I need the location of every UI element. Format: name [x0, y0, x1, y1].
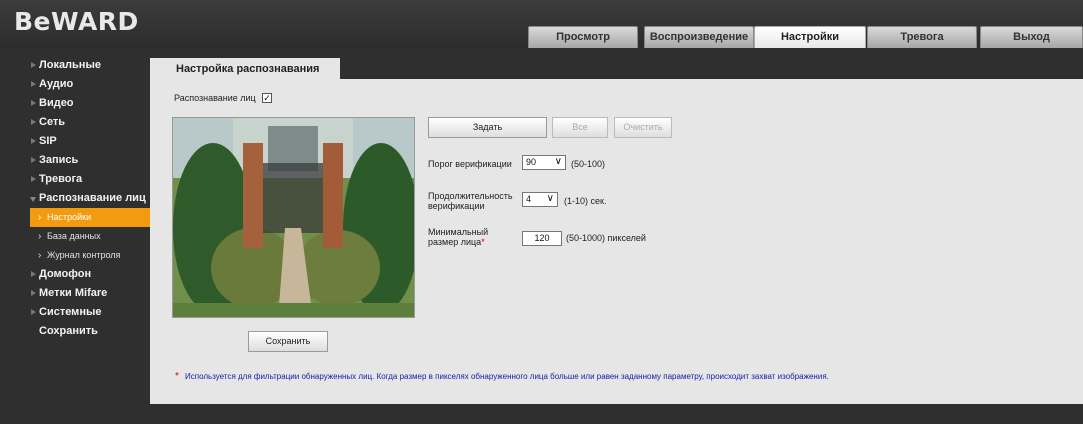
triangle-right-icon: [31, 138, 36, 144]
tab-settings[interactable]: Настройки: [754, 26, 866, 48]
sidebar-item-record[interactable]: Запись: [0, 151, 150, 170]
sidebar: Локальные Аудио Видео Сеть SIP Запись Тр…: [0, 56, 150, 341]
footnote-star: *: [175, 371, 179, 382]
threshold-label: Порог верификации: [428, 159, 512, 169]
header-bar: BeWARD Просмотр Воспроизведение Настройк…: [0, 0, 1083, 48]
duration-select[interactable]: 4 ∨: [522, 192, 558, 207]
sidebar-item-local[interactable]: Локальные: [0, 56, 150, 75]
tab-exit[interactable]: Выход: [980, 26, 1083, 48]
chevron-down-icon: ∨: [546, 193, 554, 204]
tab-playback[interactable]: Воспроизведение: [644, 26, 754, 48]
sidebar-item-sip[interactable]: SIP: [0, 132, 150, 151]
camera-preview-image: [173, 118, 414, 317]
triangle-right-icon: [31, 290, 36, 296]
threshold-select[interactable]: 90 ∨: [522, 155, 566, 170]
triangle-down-icon: [30, 197, 36, 202]
sidebar-item-video[interactable]: Видео: [0, 94, 150, 113]
chevron-right-icon: ›: [38, 212, 42, 223]
beward-logo: BeWARD: [14, 7, 139, 36]
save-button[interactable]: Сохранить: [248, 331, 328, 352]
min-face-size-range: (50-1000) пикселей: [566, 233, 646, 243]
tab-view[interactable]: Просмотр: [528, 26, 638, 48]
triangle-right-icon: [31, 309, 36, 315]
all-button[interactable]: Все: [552, 117, 608, 138]
chevron-right-icon: ›: [38, 250, 42, 261]
triangle-right-icon: [31, 100, 36, 106]
sidebar-item-intercom[interactable]: Домофон: [0, 265, 150, 284]
content-tab-title[interactable]: Настройка распознавания: [150, 58, 340, 80]
sidebar-subitem-database[interactable]: › База данных: [0, 227, 150, 246]
triangle-right-icon: [31, 119, 36, 125]
min-face-size-label: Минимальный размер лица*: [428, 227, 489, 247]
sidebar-subitem-settings[interactable]: › Настройки: [30, 208, 150, 227]
camera-preview: [172, 117, 415, 318]
triangle-right-icon: [31, 157, 36, 163]
tab-alarm[interactable]: Тревога: [867, 26, 977, 48]
face-recognition-checkbox[interactable]: ✓: [262, 93, 272, 103]
chevron-right-icon: ›: [38, 231, 42, 242]
sidebar-item-face-recognition[interactable]: Распознавание лиц: [0, 189, 150, 208]
sidebar-item-alarm[interactable]: Тревога: [0, 170, 150, 189]
face-recognition-label: Распознавание лиц: [174, 93, 256, 103]
sidebar-item-save[interactable]: Сохранить: [0, 322, 150, 341]
sidebar-subitem-access-log[interactable]: › Журнал контроля: [0, 246, 150, 265]
chevron-down-icon: ∨: [554, 156, 562, 167]
duration-range: (1-10) сек.: [564, 196, 607, 206]
triangle-right-icon: [31, 62, 36, 68]
required-star: *: [481, 237, 485, 247]
triangle-right-icon: [31, 271, 36, 277]
sidebar-item-system[interactable]: Системные: [0, 303, 150, 322]
clear-button[interactable]: Очистить: [614, 117, 672, 138]
footnote-text: Используется для фильтрации обнаруженных…: [185, 372, 829, 381]
sidebar-item-mifare-tags[interactable]: Метки Mifare: [0, 284, 150, 303]
set-button[interactable]: Задать: [428, 117, 547, 138]
sidebar-item-network[interactable]: Сеть: [0, 113, 150, 132]
sidebar-item-audio[interactable]: Аудио: [0, 75, 150, 94]
triangle-right-icon: [31, 81, 36, 87]
triangle-right-icon: [31, 176, 36, 182]
threshold-range: (50-100): [571, 159, 606, 169]
min-face-size-input[interactable]: 120: [522, 231, 562, 246]
duration-label: Продолжительность верификации: [428, 191, 513, 211]
